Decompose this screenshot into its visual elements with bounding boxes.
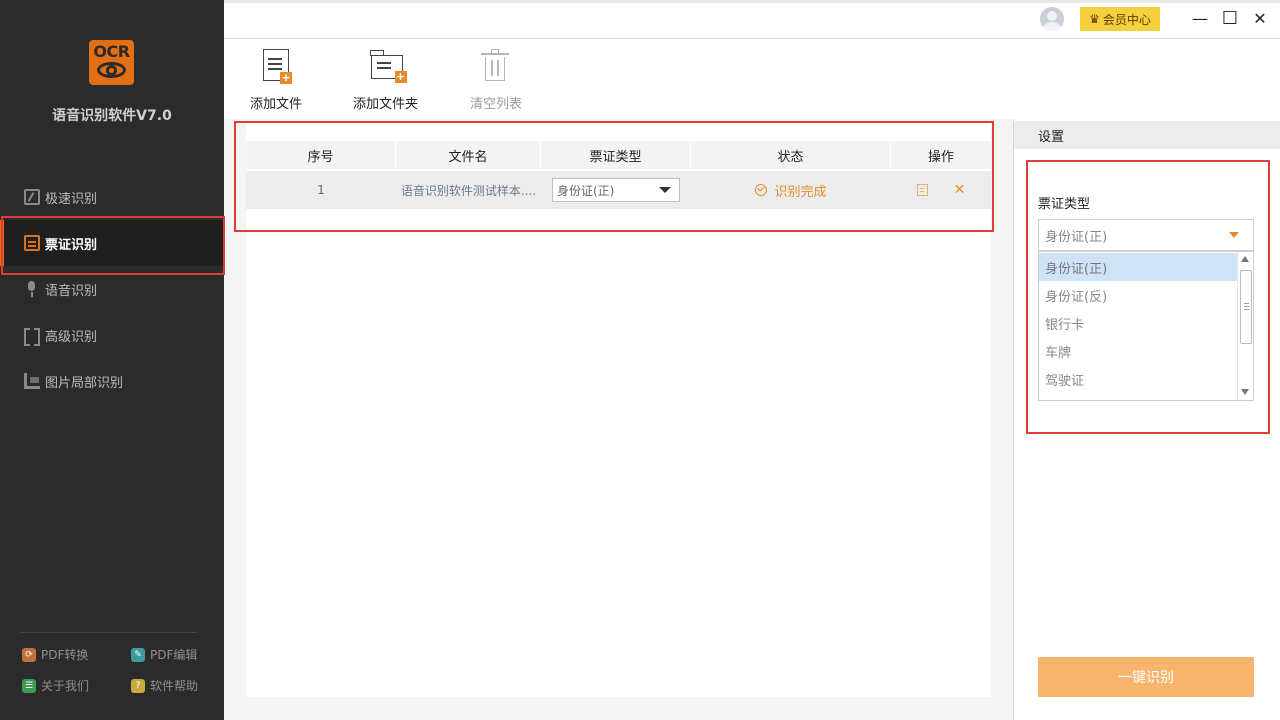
column-header-index: 序号 bbox=[246, 141, 396, 169]
dropdown-scrollbar[interactable] bbox=[1237, 252, 1253, 400]
title-bar: ♛ 会员中心 — ☐ ✕ bbox=[224, 0, 1280, 39]
dropdown-option-driver-license[interactable]: 驾驶证 bbox=[1039, 365, 1238, 393]
about-link[interactable]: ☰ 关于我们 bbox=[22, 677, 89, 694]
column-header-filename: 文件名 bbox=[396, 141, 541, 169]
view-result-icon[interactable] bbox=[916, 184, 928, 196]
image-crop-icon bbox=[24, 373, 40, 389]
crown-icon: ♛ bbox=[1089, 12, 1100, 26]
pdf-edit-icon: ✎ bbox=[131, 647, 145, 662]
pdf-convert-link[interactable]: ⟳ PDF转换 bbox=[22, 646, 88, 663]
sidebar-item-ticket-recognition[interactable]: 票证识别 bbox=[0, 220, 224, 266]
table-header: 序号 文件名 票证类型 状态 操作 bbox=[246, 141, 991, 169]
add-folder-icon: + bbox=[370, 49, 407, 83]
pdf-edit-link[interactable]: ✎ PDF编辑 bbox=[131, 646, 197, 663]
dropdown-option-id-back[interactable]: 身份证(反) bbox=[1039, 281, 1238, 309]
sidebar-item-label: 高级识别 bbox=[45, 329, 98, 345]
trash-icon bbox=[481, 49, 511, 83]
chevron-down-icon bbox=[1229, 232, 1239, 238]
about-icon: ☰ bbox=[22, 678, 36, 693]
sidebar-item-label: 极速识别 bbox=[45, 191, 98, 207]
add-folder-button[interactable]: + 添加文件夹 bbox=[353, 49, 418, 112]
clear-list-button[interactable]: 清空列表 bbox=[470, 49, 522, 112]
row-filename: 语音识别软件测试样本.... bbox=[400, 183, 537, 198]
file-list-panel: 序号 文件名 票证类型 状态 操作 1 语音识别软件测试样本.... 身份证(正… bbox=[246, 123, 991, 697]
scroll-down-icon[interactable] bbox=[1241, 389, 1249, 395]
sidebar: OCR 语音识别软件V7.0 极速识别 票证识别 语音识别 高级识别 图片局部识… bbox=[0, 0, 224, 720]
check-circle-icon bbox=[755, 184, 768, 196]
help-link[interactable]: ? 软件帮助 bbox=[131, 677, 198, 694]
sidebar-item-voice-recognition[interactable]: 语音识别 bbox=[0, 266, 224, 312]
ticket-type-label: 票证类型 bbox=[1038, 197, 1091, 212]
row-status: 识别完成 bbox=[755, 181, 827, 200]
table-row: 1 语音识别软件测试样本.... 身份证(正) 识别完成 ✕ bbox=[246, 171, 991, 209]
dropdown-option-id-front[interactable]: 身份证(正) bbox=[1039, 253, 1238, 281]
column-header-ticket-type: 票证类型 bbox=[541, 141, 691, 169]
remove-row-icon[interactable]: ✕ bbox=[954, 182, 966, 198]
ticket-type-select[interactable]: 身份证(正) bbox=[1038, 219, 1254, 251]
scroll-up-icon[interactable] bbox=[1241, 256, 1249, 262]
sidebar-item-label: 语音识别 bbox=[45, 283, 98, 299]
column-header-actions: 操作 bbox=[927, 149, 954, 165]
settings-header: 设置 bbox=[1014, 121, 1280, 149]
one-click-recognize-button[interactable]: 一键识别 bbox=[1038, 657, 1254, 697]
advanced-scan-icon bbox=[24, 327, 40, 346]
sidebar-item-label: 票证识别 bbox=[45, 237, 98, 253]
minimize-button[interactable]: — bbox=[1187, 5, 1213, 31]
add-file-icon: + bbox=[261, 49, 292, 84]
ticket-icon bbox=[24, 235, 40, 251]
help-icon: ? bbox=[131, 678, 145, 693]
ticket-type-dropdown: 身份证(正) 身份证(反) 银行卡 车牌 驾驶证 bbox=[1038, 251, 1254, 401]
chevron-down-icon bbox=[659, 187, 671, 193]
maximize-button[interactable]: ☐ bbox=[1217, 5, 1243, 31]
sidebar-item-image-partial-recognition[interactable]: 图片局部识别 bbox=[0, 358, 224, 404]
pdf-convert-icon: ⟳ bbox=[22, 647, 36, 662]
sidebar-divider bbox=[20, 632, 197, 633]
user-avatar-icon[interactable] bbox=[1040, 7, 1064, 31]
add-file-button[interactable]: + 添加文件 bbox=[250, 49, 302, 112]
toolbar: + 添加文件 + 添加文件夹 清空列表 bbox=[224, 39, 1280, 119]
dropdown-option-license-plate[interactable]: 车牌 bbox=[1039, 337, 1238, 365]
logo-text: OCR bbox=[93, 42, 130, 61]
settings-panel: 设置 票证类型 身份证(正) 身份证(正) 身份证(反) 银行卡 车牌 驾驶证 … bbox=[1013, 119, 1280, 720]
scrollbar-thumb[interactable] bbox=[1240, 270, 1252, 344]
dropdown-option-bank-card[interactable]: 银行卡 bbox=[1039, 309, 1238, 337]
microphone-icon bbox=[24, 281, 40, 297]
vip-center-button[interactable]: ♛ 会员中心 bbox=[1080, 7, 1160, 31]
sidebar-item-fast-recognition[interactable]: 极速识别 bbox=[0, 174, 224, 220]
app-title: 语音识别软件V7.0 bbox=[52, 108, 172, 124]
row-ticket-type-select[interactable]: 身份证(正) bbox=[552, 178, 680, 202]
sidebar-item-advanced-recognition[interactable]: 高级识别 bbox=[0, 312, 224, 358]
sidebar-item-label: 图片局部识别 bbox=[45, 375, 124, 391]
speed-icon bbox=[24, 189, 40, 205]
column-header-status: 状态 bbox=[691, 141, 891, 169]
close-button[interactable]: ✕ bbox=[1247, 5, 1273, 31]
ocr-logo-icon: OCR bbox=[89, 40, 134, 85]
row-index: 1 bbox=[317, 183, 325, 197]
